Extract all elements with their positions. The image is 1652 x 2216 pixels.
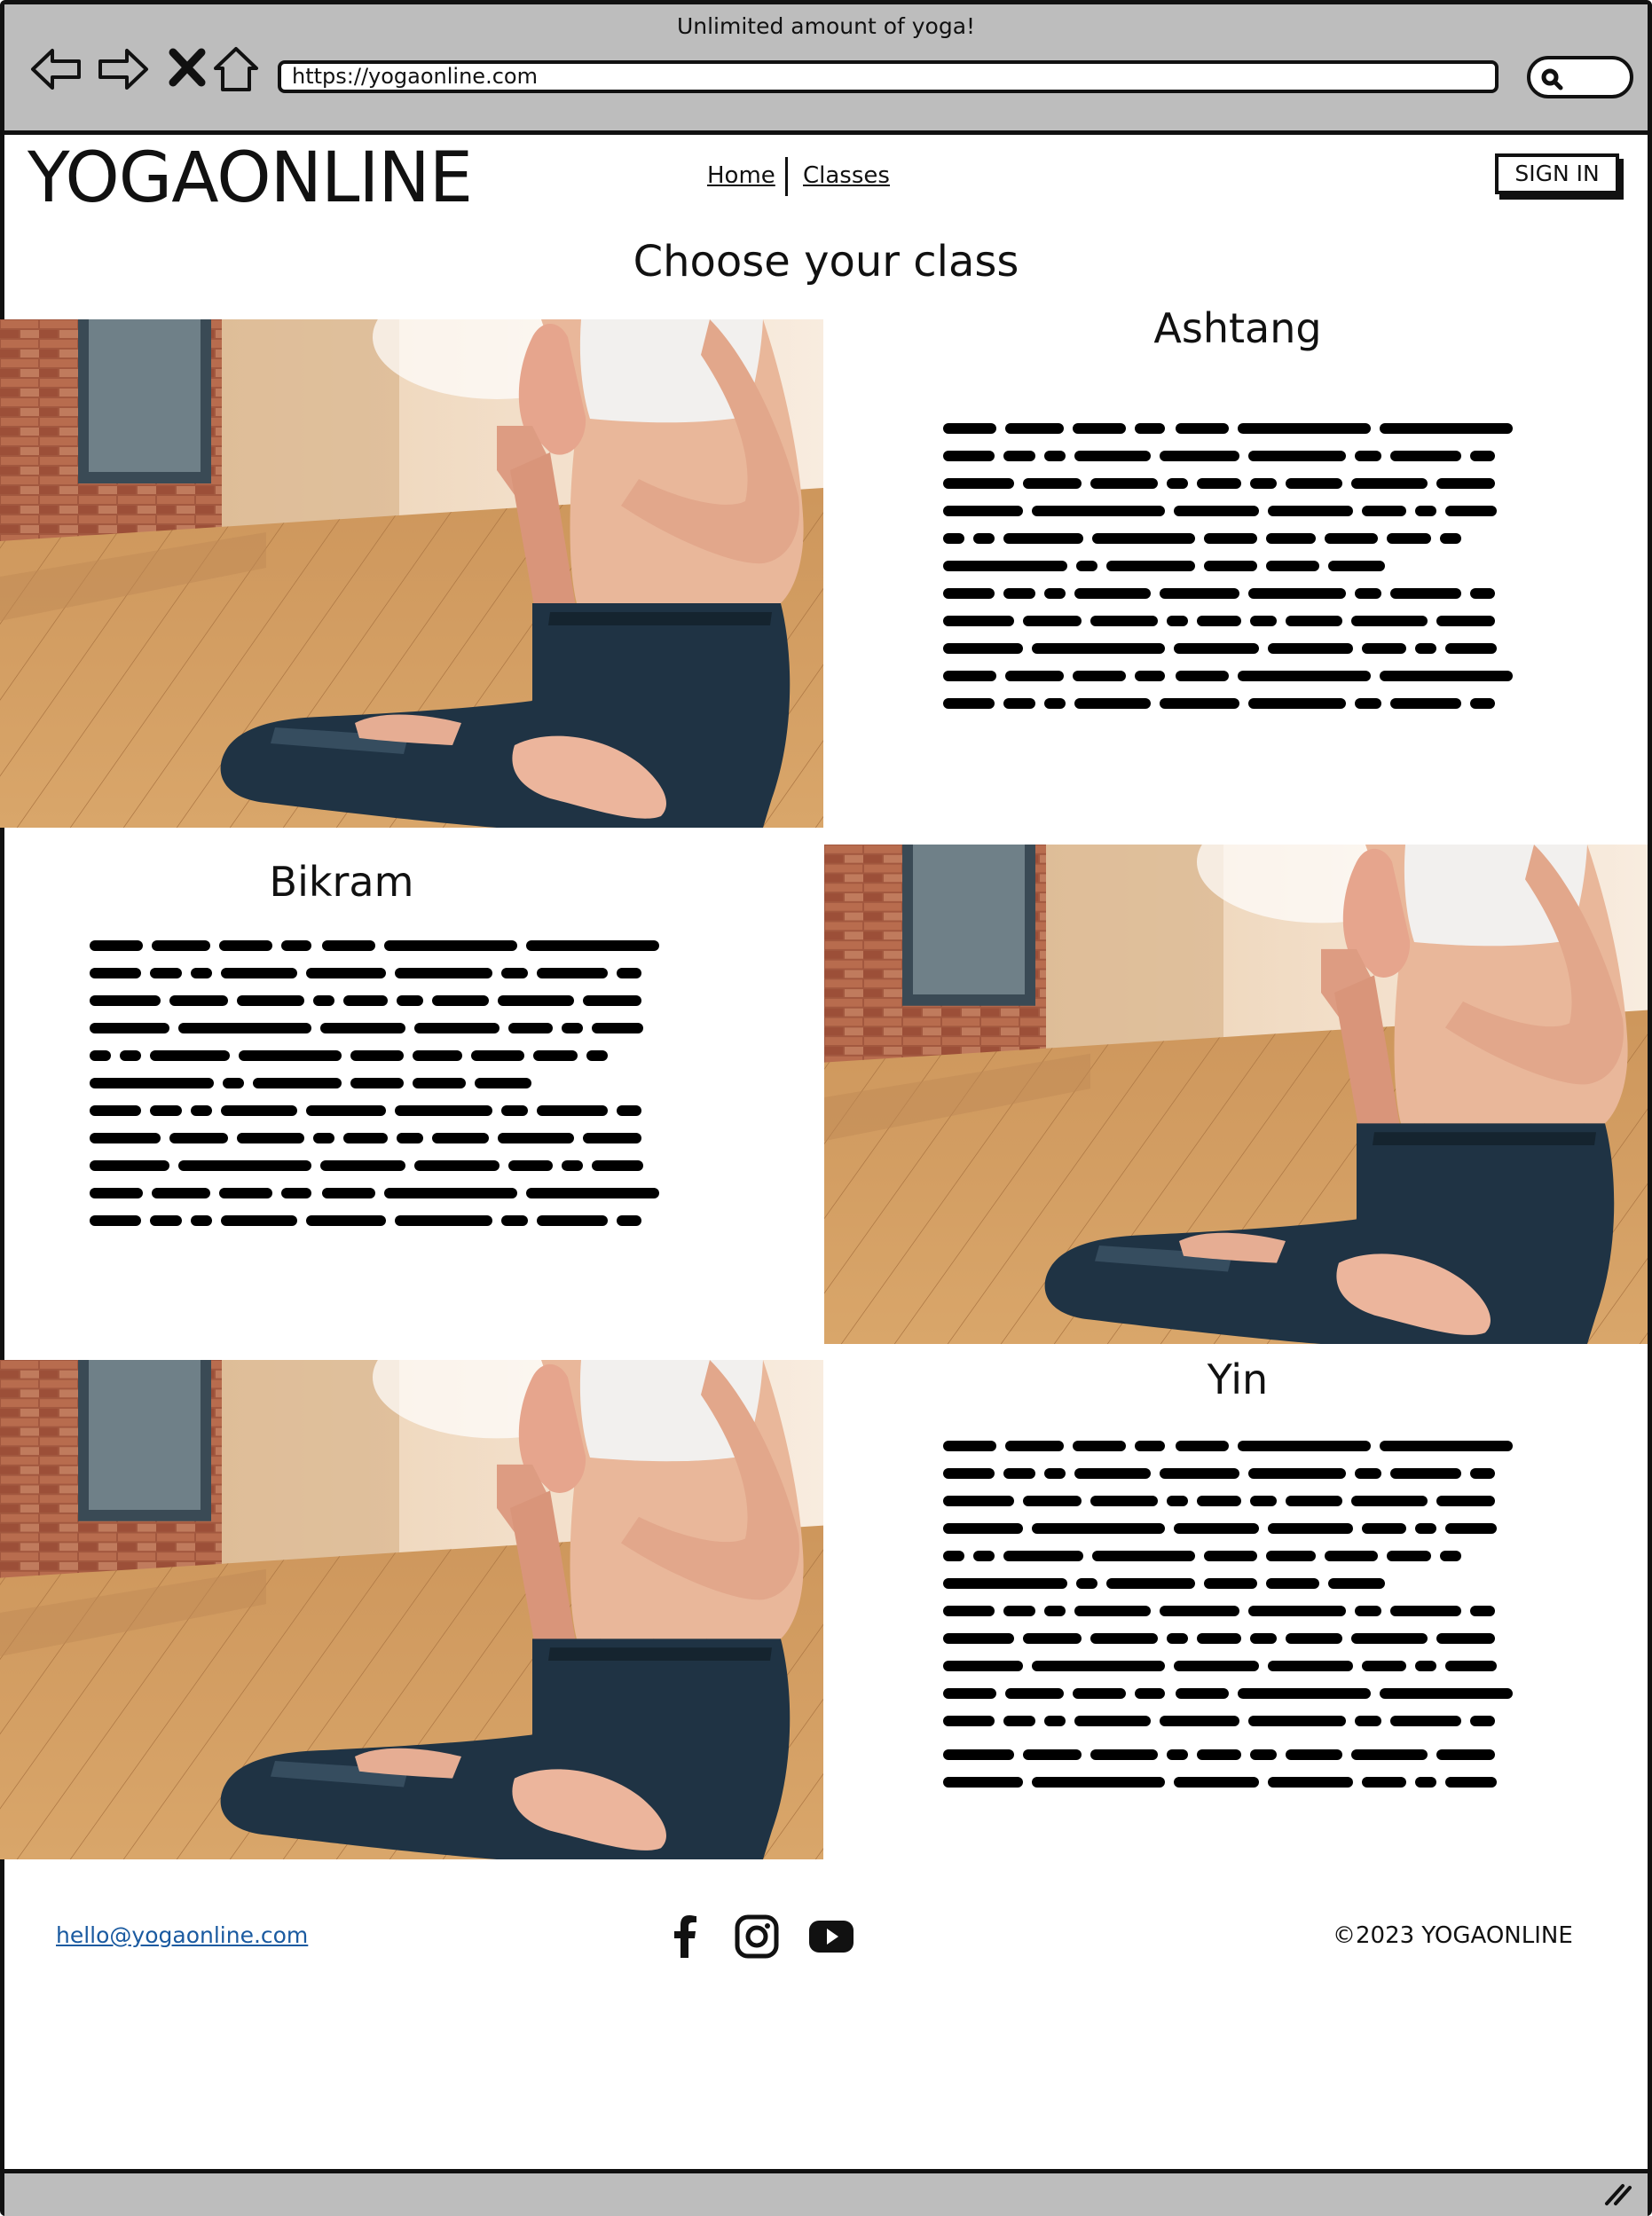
placeholder-text [943,421,1532,732]
nav-link-classes[interactable]: Classes [803,162,890,189]
placeholder-text [90,939,679,1249]
search-icon [1541,68,1563,90]
browser-status-bar [4,2169,1648,2216]
close-icon[interactable] [161,42,216,97]
yoga-class-photo [0,319,823,828]
contact-email-link[interactable]: hello@yogaonline.com [56,1922,308,1948]
browser-window: Unlimited amount of yoga! https://yogaon… [0,0,1652,2216]
site-logo[interactable]: YOGAONLINE [28,138,473,219]
browser-search-field[interactable] [1527,56,1633,98]
window-title: Unlimited amount of yoga! [676,13,976,39]
forward-arrow-icon[interactable] [95,42,150,97]
youtube-icon[interactable] [806,1912,856,1961]
class-title-yin: Yin [1207,1356,1269,1403]
back-arrow-icon[interactable] [29,42,84,97]
sign-in-button[interactable]: SIGN IN [1495,153,1619,194]
instagram-icon[interactable] [732,1912,782,1961]
resize-handle-icon[interactable] [1603,2181,1633,2207]
facebook-icon[interactable] [661,1912,711,1961]
page-title: Choose your class [633,237,1019,287]
browser-toolbar: Unlimited amount of yoga! https://yogaon… [4,4,1648,135]
home-icon[interactable] [208,42,264,97]
class-title-bikram: Bikram [269,858,414,906]
yoga-class-photo [0,1360,823,1859]
nav-link-home[interactable]: Home [707,162,775,189]
copyright-text: ©2023 YOGAONLINE [1333,1922,1573,1949]
class-title-ashtang: Ashtang [1153,304,1322,352]
placeholder-text [943,1439,1532,1803]
nav-divider [785,157,788,196]
address-bar[interactable]: https://yogaonline.com [278,60,1499,93]
yoga-class-photo [824,845,1648,1344]
